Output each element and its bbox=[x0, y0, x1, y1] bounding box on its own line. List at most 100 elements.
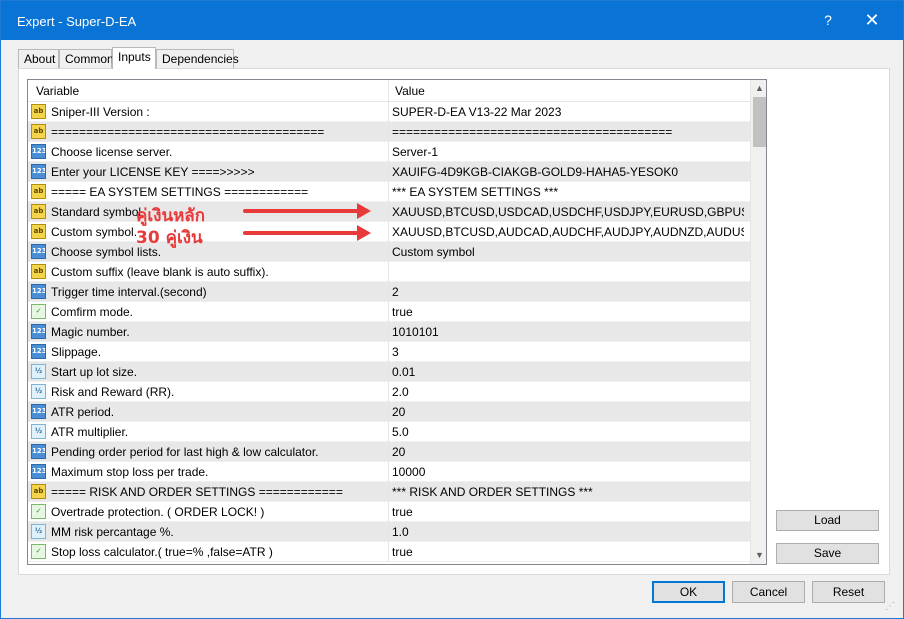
value-cell[interactable]: Server-1 bbox=[392, 145, 744, 159]
table-row[interactable]: 123 ATR period. 20 bbox=[28, 402, 750, 422]
table-row[interactable]: 123 Slippage. 3 bbox=[28, 342, 750, 362]
value-cell[interactable]: *** RISK AND ORDER SETTINGS *** bbox=[392, 485, 744, 499]
cell-divider bbox=[388, 222, 389, 242]
cell-divider bbox=[388, 122, 389, 142]
table-row[interactable]: 123 Choose license server. Server-1 bbox=[28, 142, 750, 162]
arrow-head-icon bbox=[357, 225, 371, 241]
integer-type-icon: 123 bbox=[31, 324, 46, 339]
integer-type-icon: 123 bbox=[31, 344, 46, 359]
table-row[interactable]: ½ MM risk percantage %. 1.0 bbox=[28, 522, 750, 542]
value-cell[interactable]: XAUUSD,BTCUSD,AUDCAD,AUDCHF,AUDJPY,AUDNZ… bbox=[392, 225, 744, 239]
column-divider[interactable] bbox=[388, 80, 389, 102]
value-cell[interactable]: 3 bbox=[392, 345, 744, 359]
value-cell[interactable]: 20 bbox=[392, 405, 744, 419]
scroll-up-icon[interactable]: ▲ bbox=[751, 80, 766, 97]
table-row[interactable]: ab Sniper-III Version : SUPER-D-EA V13-22 … bbox=[28, 102, 750, 122]
value-cell[interactable]: XAUUSD,BTCUSD,USDCAD,USDCHF,USDJPY,EURUS… bbox=[392, 205, 744, 219]
string-type-icon: ab bbox=[31, 184, 46, 199]
tab-dependencies[interactable]: Dependencies bbox=[156, 49, 239, 68]
column-header-value[interactable]: Value bbox=[395, 84, 425, 98]
vertical-scrollbar[interactable]: ▲ ▼ bbox=[750, 80, 766, 564]
cell-divider bbox=[388, 282, 389, 302]
close-button[interactable]: ✕ bbox=[859, 9, 885, 31]
cell-divider bbox=[388, 402, 389, 422]
column-header-variable[interactable]: Variable bbox=[36, 84, 79, 98]
table-row[interactable]: 123 Maximum stop loss per trade. 10000 bbox=[28, 462, 750, 482]
table-row[interactable]: ½ Risk and Reward (RR). 2.0 bbox=[28, 382, 750, 402]
cell-divider bbox=[388, 242, 389, 262]
cell-divider bbox=[388, 482, 389, 502]
double-type-icon: ½ bbox=[31, 424, 46, 439]
cell-divider bbox=[388, 202, 389, 222]
value-cell[interactable]: 20 bbox=[392, 445, 744, 459]
ok-button[interactable]: OK bbox=[652, 581, 725, 603]
string-type-icon: ab bbox=[31, 204, 46, 219]
value-cell[interactable]: true bbox=[392, 545, 744, 559]
integer-type-icon: 123 bbox=[31, 464, 46, 479]
table-row[interactable]: 123 Enter your LICENSE KEY ====>>>>> XAUIF… bbox=[28, 162, 750, 182]
expert-dialog: Expert - Super-D-EA ? ✕ About Common Inp… bbox=[0, 0, 904, 619]
reset-button[interactable]: Reset bbox=[812, 581, 885, 603]
string-type-icon: ab bbox=[31, 264, 46, 279]
cell-divider bbox=[388, 182, 389, 202]
table-row[interactable]: ab ======================================… bbox=[28, 122, 750, 142]
value-cell[interactable]: XAUIFG-4D9KGB-CIAKGB-GOLD9-HAHA5-YESOK0 bbox=[392, 165, 744, 179]
resize-grip-icon[interactable]: ⋰ bbox=[885, 601, 899, 615]
table-row[interactable]: ✓ Comfirm mode. true bbox=[28, 302, 750, 322]
string-type-icon: ab bbox=[31, 484, 46, 499]
value-cell[interactable]: true bbox=[392, 305, 744, 319]
variable-name: Custom symbol. bbox=[51, 225, 138, 239]
table-row[interactable]: ab Custom suffix (leave blank is auto suf… bbox=[28, 262, 750, 282]
cell-divider bbox=[388, 342, 389, 362]
double-type-icon: ½ bbox=[31, 364, 46, 379]
value-cell[interactable]: 0.01 bbox=[392, 365, 744, 379]
tab-common[interactable]: Common bbox=[59, 49, 114, 68]
value-cell[interactable]: 1.0 bbox=[392, 525, 744, 539]
cell-divider bbox=[388, 522, 389, 542]
table-row[interactable]: 123 Trigger time interval.(second) 2 bbox=[28, 282, 750, 302]
cell-divider bbox=[388, 362, 389, 382]
value-cell[interactable]: true bbox=[392, 505, 744, 519]
variable-name: Sniper-III Version : bbox=[51, 105, 150, 119]
value-cell[interactable]: ======================================== bbox=[392, 125, 744, 139]
variable-name: MM risk percantage %. bbox=[51, 525, 174, 539]
cell-divider bbox=[388, 502, 389, 522]
variable-name: Standard symbol. bbox=[51, 205, 145, 219]
value-cell[interactable]: Custom symbol bbox=[392, 245, 744, 259]
value-cell[interactable]: 10000 bbox=[392, 465, 744, 479]
help-button[interactable]: ? bbox=[817, 9, 839, 31]
scroll-thumb[interactable] bbox=[753, 97, 766, 147]
integer-type-icon: 123 bbox=[31, 164, 46, 179]
integer-type-icon: 123 bbox=[31, 404, 46, 419]
scroll-down-icon[interactable]: ▼ bbox=[751, 547, 766, 564]
cancel-button[interactable]: Cancel bbox=[732, 581, 805, 603]
table-row[interactable]: 123 Magic number. 1010101 bbox=[28, 322, 750, 342]
value-cell[interactable]: 2.0 bbox=[392, 385, 744, 399]
title-bar: Expert - Super-D-EA ? ✕ bbox=[1, 1, 903, 40]
load-button[interactable]: Load bbox=[776, 510, 879, 531]
table-row[interactable]: ab ===== EA SYSTEM SETTINGS ============ *… bbox=[28, 182, 750, 202]
table-row[interactable]: ✓ Stop loss calculator.( true=% ,false=AT… bbox=[28, 542, 750, 562]
value-cell[interactable]: 5.0 bbox=[392, 425, 744, 439]
table-row[interactable]: ✓ Overtrade protection. ( ORDER LOCK! ) tr… bbox=[28, 502, 750, 522]
integer-type-icon: 123 bbox=[31, 244, 46, 259]
variable-name: Choose license server. bbox=[51, 145, 173, 159]
table-row[interactable]: ½ ATR multiplier. 5.0 bbox=[28, 422, 750, 442]
value-cell[interactable]: *** EA SYSTEM SETTINGS *** bbox=[392, 185, 744, 199]
double-type-icon: ½ bbox=[31, 524, 46, 539]
variable-name: ===== RISK AND ORDER SETTINGS ==========… bbox=[51, 485, 343, 499]
value-cell[interactable]: 1010101 bbox=[392, 325, 744, 339]
tab-inputs[interactable]: Inputs bbox=[112, 47, 156, 69]
table-row[interactable]: ½ Start up lot size. 0.01 bbox=[28, 362, 750, 382]
variable-name: Enter your LICENSE KEY ====>>>>> bbox=[51, 165, 255, 179]
value-cell[interactable]: 2 bbox=[392, 285, 744, 299]
integer-type-icon: 123 bbox=[31, 144, 46, 159]
cell-divider bbox=[388, 142, 389, 162]
save-button[interactable]: Save bbox=[776, 543, 879, 564]
annotation-arrow-1 bbox=[243, 209, 359, 213]
table-row[interactable]: ab ===== RISK AND ORDER SETTINGS ========… bbox=[28, 482, 750, 502]
cell-divider bbox=[388, 262, 389, 282]
tab-about[interactable]: About bbox=[18, 49, 59, 68]
value-cell[interactable]: SUPER-D-EA V13-22 Mar 2023 bbox=[392, 105, 744, 119]
table-row[interactable]: 123 Pending order period for last high & … bbox=[28, 442, 750, 462]
